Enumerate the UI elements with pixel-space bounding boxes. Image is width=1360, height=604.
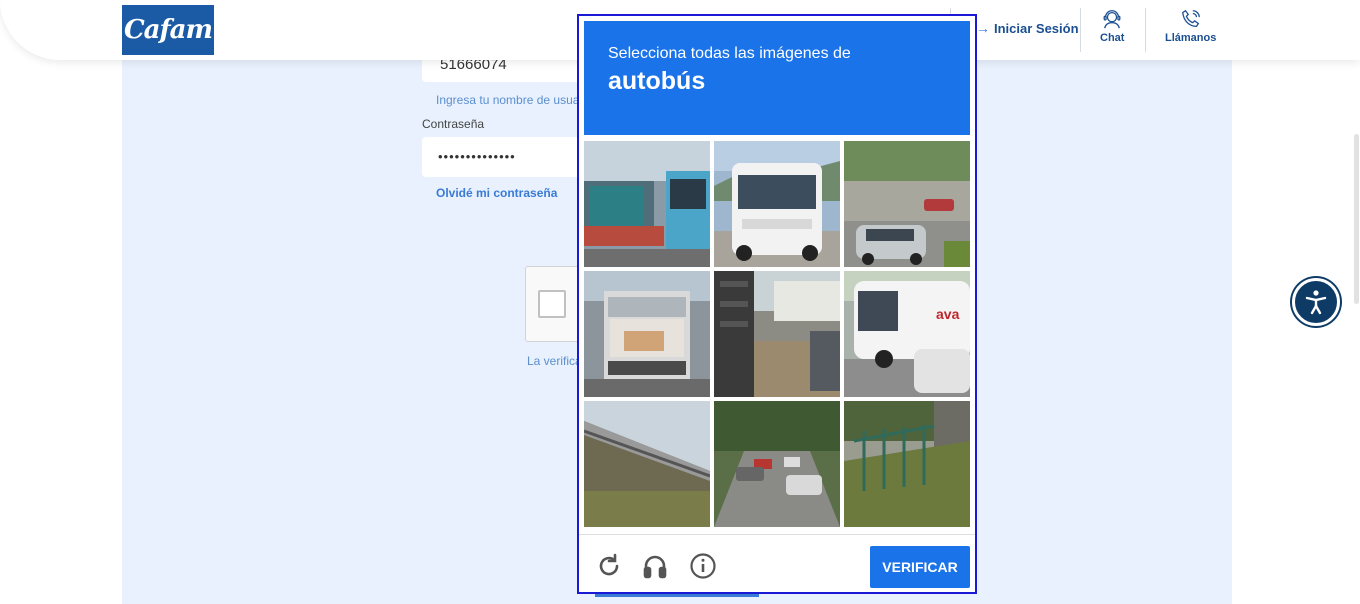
reload-icon[interactable]	[595, 552, 623, 580]
login-arrow-icon: →	[976, 20, 990, 36]
svg-text:ava: ava	[936, 306, 960, 322]
accessibility-icon	[1305, 290, 1327, 315]
phone-icon	[1181, 9, 1200, 27]
chat-button[interactable]: Chat	[1100, 8, 1124, 44]
captcha-target: autobús	[608, 67, 706, 95]
scrollbar[interactable]	[1354, 134, 1359, 304]
accessibility-button[interactable]	[1292, 278, 1340, 326]
login-link[interactable]: → Iniciar Sesión	[976, 20, 1079, 36]
login-label: Iniciar Sesión	[994, 20, 1079, 36]
call-label: Llámanos	[1165, 32, 1217, 44]
captcha-tile-9[interactable]	[844, 401, 970, 527]
forgot-password-link[interactable]: Olvidé mi contraseña	[436, 186, 557, 200]
verification-text: La verifica	[527, 354, 582, 368]
verify-button[interactable]: VERIFICAR	[870, 546, 970, 588]
page: Cafam → Iniciar Sesión Chat Llámanos 516…	[0, 0, 1360, 604]
password-input[interactable]: ••••••••••••••	[422, 137, 592, 177]
username-hint: Ingresa tu nombre de usua	[436, 93, 580, 107]
captcha-tile-3[interactable]	[844, 141, 970, 267]
captcha-header: Selecciona todas las imágenes de autobús	[584, 21, 970, 135]
headphones-icon[interactable]	[641, 552, 669, 580]
captcha-tile-5[interactable]	[714, 271, 840, 397]
info-icon[interactable]	[689, 552, 717, 580]
captcha-tile-4[interactable]	[584, 271, 710, 397]
header-divider	[1080, 8, 1081, 52]
captcha-instruction: Selecciona todas las imágenes de	[608, 45, 851, 62]
call-button[interactable]: Llámanos	[1165, 8, 1216, 44]
captcha-dialog: Selecciona todas las imágenes de autobús	[577, 14, 977, 594]
submit-button-edge[interactable]	[595, 594, 759, 597]
logo-text: Cafam	[123, 15, 213, 45]
captcha-tile-2[interactable]	[714, 141, 840, 267]
password-label: Contraseña	[422, 117, 485, 131]
cafam-logo[interactable]: Cafam	[122, 5, 214, 55]
chat-label: Chat	[1100, 32, 1125, 44]
captcha-image-grid: ava	[584, 141, 972, 529]
captcha-tile-6[interactable]: ava	[844, 271, 970, 397]
captcha-tile-1[interactable]	[584, 141, 710, 267]
captcha-tile-8[interactable]	[714, 401, 840, 527]
captcha-tile-7[interactable]	[584, 401, 710, 527]
recaptcha-widget	[525, 266, 585, 342]
chat-agent-icon	[1103, 10, 1121, 29]
recaptcha-checkbox[interactable]	[538, 290, 566, 318]
header-divider	[1145, 8, 1146, 52]
captcha-footer: VERIFICAR	[579, 534, 975, 592]
